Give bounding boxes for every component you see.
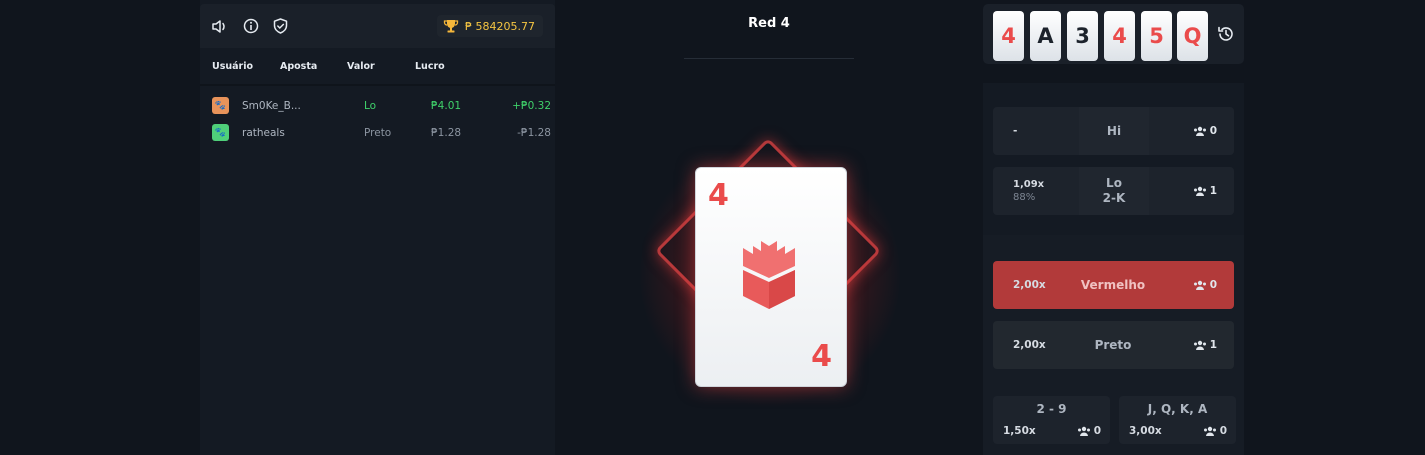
bet-preto-button[interactable]: 2,00x Preto 1 <box>993 321 1234 369</box>
preto-players: 1 <box>1193 339 1217 351</box>
avatar: 🐾 <box>212 124 229 141</box>
jqka-players: 0 <box>1203 425 1227 437</box>
vermelho-label: Vermelho <box>1080 278 1146 292</box>
bets-table: 🐾 Sm0Ke_B... Lo ₱4.01 +₱0.32 🐾 ratheals … <box>200 84 555 146</box>
hi-count: 0 <box>1209 125 1217 137</box>
history-icon[interactable] <box>1217 25 1235 43</box>
balance-amount: ₱ 584205.77 <box>465 19 535 33</box>
lo-odds: 1,09x <box>1013 179 1045 190</box>
row-bet: Lo <box>364 99 377 112</box>
card-rank-bottom: 4 <box>811 339 832 374</box>
history-card: 4 <box>1104 11 1135 61</box>
lo-pct: 88% <box>1013 192 1036 203</box>
history-card: Q <box>1177 11 1208 61</box>
header-bet: Aposta <box>280 60 318 72</box>
sound-icon[interactable] <box>212 18 229 35</box>
header-profit: Lucro <box>415 60 445 72</box>
vermelho-count: 0 <box>1209 279 1217 291</box>
history-card: 5 <box>1141 11 1172 61</box>
range-2-9-odds: 1,50x <box>1003 425 1036 437</box>
bet-2-9-button[interactable]: 2 - 9 1,50x 0 <box>993 396 1110 444</box>
table-header: Usuário Aposta Valor Lucro <box>200 48 555 84</box>
row-user: Sm0Ke_B... <box>242 99 301 112</box>
preto-label: Preto <box>1094 338 1132 352</box>
vermelho-odds: 2,00x <box>1013 279 1046 291</box>
header-user: Usuário <box>212 60 254 72</box>
avatar: 🐾 <box>212 97 229 114</box>
panel-toolbar: ₱ 584205.77 <box>200 4 555 48</box>
jqka-odds: 3,00x <box>1129 425 1162 437</box>
table-row: 🐾 ratheals Preto ₱1.28 -₱1.28 <box>200 119 555 146</box>
row-value: ₱1.28 <box>431 126 462 139</box>
preto-odds: 2,00x <box>1013 339 1046 351</box>
live-bets-panel: ₱ 584205.77 Usuário Aposta Valor Lucro 🐾… <box>200 0 555 455</box>
lo-label: Lo <box>1106 176 1122 190</box>
header-value: Valor <box>347 60 375 72</box>
balance-badge: ₱ 584205.77 <box>437 15 543 37</box>
history-card: 3 <box>1067 11 1098 61</box>
history-card: 4 <box>993 11 1024 61</box>
card-history: 4 A 3 4 5 Q <box>983 4 1244 64</box>
lo-range: 2-K <box>1102 191 1126 205</box>
table-row: 🐾 Sm0Ke_B... Lo ₱4.01 +₱0.32 <box>200 92 555 119</box>
users-icon <box>1077 426 1090 436</box>
hi-odds: - <box>1013 125 1018 137</box>
bet-options-panel: - Hi 0 1,09x 88% Lo 2-K 1 2,00x Vermelho… <box>983 83 1244 455</box>
jqka-label: J, Q, K, A <box>1147 402 1208 416</box>
bet-vermelho-button[interactable]: 2,00x Vermelho 0 <box>993 261 1234 309</box>
history-card: A <box>1030 11 1061 61</box>
lo-label-block: Lo 2-K <box>1079 167 1149 215</box>
bet-jqka-button[interactable]: J, Q, K, A 3,00x 0 <box>1119 396 1236 444</box>
lo-odds-block: 1,09x 88% <box>1013 178 1044 204</box>
range-2-9-players: 0 <box>1077 425 1101 437</box>
castle-logo-icon <box>743 241 795 309</box>
lo-players: 1 <box>1193 185 1217 197</box>
range-2-9-label: 2 - 9 <box>1036 402 1067 416</box>
shield-check-icon[interactable] <box>272 18 289 35</box>
range-2-9-count: 0 <box>1093 425 1101 437</box>
row-profit: +₱0.32 <box>512 99 551 112</box>
users-icon <box>1193 340 1206 350</box>
jqka-count: 0 <box>1219 425 1227 437</box>
users-icon <box>1203 426 1216 436</box>
users-icon <box>1193 280 1206 290</box>
row-profit: -₱1.28 <box>517 126 551 139</box>
vermelho-players: 0 <box>1193 279 1217 291</box>
current-card: 4 4 <box>695 167 847 387</box>
row-bet: Preto <box>364 126 392 139</box>
preto-count: 1 <box>1209 339 1217 351</box>
round-title: Red 4 <box>748 16 790 31</box>
users-icon <box>1193 186 1206 196</box>
lo-count: 1 <box>1209 185 1217 197</box>
hi-label: Hi <box>1079 107 1149 155</box>
row-user: ratheals <box>242 126 285 139</box>
title-divider <box>684 58 854 59</box>
card-rank-top: 4 <box>708 178 729 213</box>
users-icon <box>1193 126 1206 136</box>
info-icon[interactable] <box>242 18 259 35</box>
bet-lo-button[interactable]: 1,09x 88% Lo 2-K 1 <box>993 167 1234 215</box>
row-value: ₱4.01 <box>431 99 462 112</box>
trophy-icon <box>443 20 459 33</box>
bet-hi-button[interactable]: - Hi 0 <box>993 107 1234 155</box>
hi-players: 0 <box>1193 125 1217 137</box>
